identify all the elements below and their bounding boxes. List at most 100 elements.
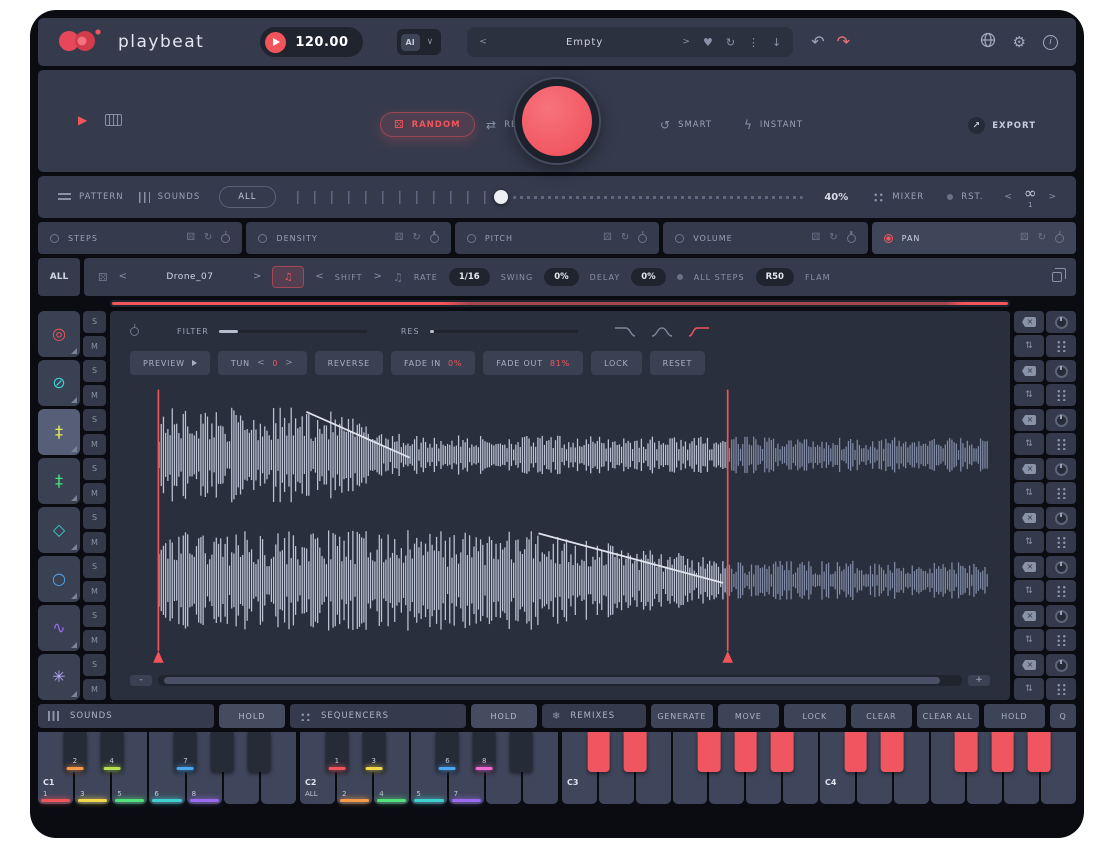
dice-icon[interactable]: ⚄ xyxy=(603,233,612,243)
bpm-control[interactable]: 120.00 xyxy=(260,27,362,57)
channel-output-mute-button[interactable] xyxy=(1014,654,1044,676)
randomize-big-button[interactable] xyxy=(515,79,599,163)
lowpass-filter-icon[interactable] xyxy=(614,325,636,338)
piano-black-key[interactable] xyxy=(771,732,794,772)
piano-black-key[interactable] xyxy=(954,732,977,772)
highpass-filter-icon[interactable] xyxy=(688,325,710,338)
channel-drag-handle[interactable] xyxy=(1046,678,1076,700)
save-preset-icon[interactable]: ↓ xyxy=(772,37,781,48)
pattern-next-button[interactable]: > xyxy=(1048,193,1056,202)
channel-output-mute-button[interactable] xyxy=(1014,507,1044,529)
quantize-button[interactable]: Q xyxy=(1050,704,1076,728)
filter-slider[interactable] xyxy=(219,330,367,333)
reset-button[interactable]: RST. xyxy=(947,192,983,202)
tab-pattern[interactable]: PATTERN xyxy=(58,192,124,202)
move-button[interactable]: MOVE xyxy=(718,704,780,728)
channel-pan-knob[interactable] xyxy=(1046,360,1076,382)
channel-mute-button[interactable]: M xyxy=(83,581,106,603)
channel-pad[interactable]: ∿ xyxy=(38,605,80,651)
channel-pad[interactable]: ‡ xyxy=(38,409,80,455)
piano-black-key[interactable]: 8 xyxy=(473,732,496,772)
pattern-prev-button[interactable]: < xyxy=(1004,193,1012,202)
loop-icon[interactable]: ↻ xyxy=(621,233,629,243)
channel-output-mute-button[interactable] xyxy=(1014,458,1044,480)
bandpass-filter-icon[interactable] xyxy=(651,325,673,338)
lock-remix-button[interactable]: LOCK xyxy=(784,704,846,728)
dice-icon[interactable]: ⚄ xyxy=(98,272,108,283)
channel-solo-button[interactable]: S xyxy=(83,556,106,578)
channel-swap-button[interactable]: ⇅ xyxy=(1014,482,1044,504)
channel-mute-button[interactable]: M xyxy=(83,679,106,701)
remix-hold-button[interactable]: HOLD xyxy=(984,704,1046,728)
preset-next-button[interactable]: > xyxy=(682,38,690,47)
power-icon[interactable] xyxy=(847,234,856,243)
remixes-section-label[interactable]: ❄ REMIXES xyxy=(542,704,646,728)
sample-prev-button[interactable]: < xyxy=(119,272,127,282)
channel-pad[interactable]: ⊘ xyxy=(38,360,80,406)
smart-mode-button[interactable]: ↺ SMART xyxy=(660,119,712,131)
tab-sounds[interactable]: SOUNDS xyxy=(139,192,201,203)
channel-drag-handle[interactable] xyxy=(1046,482,1076,504)
channel-drag-handle[interactable] xyxy=(1046,629,1076,651)
piano-black-key[interactable] xyxy=(510,732,533,772)
power-icon[interactable] xyxy=(430,234,439,243)
channel-pan-knob[interactable] xyxy=(1046,409,1076,431)
reset-button[interactable]: RESET xyxy=(650,351,706,375)
channel-solo-button[interactable]: S xyxy=(83,409,106,431)
channel-drag-handle[interactable] xyxy=(1046,433,1076,455)
tune-down-button[interactable]: < xyxy=(257,359,265,368)
res-slider[interactable] xyxy=(430,330,578,333)
metronome-play-icon[interactable] xyxy=(265,32,286,53)
global-amount-slider[interactable] xyxy=(297,190,804,204)
slider-handle[interactable] xyxy=(494,190,508,204)
loop-icon[interactable]: ↻ xyxy=(204,233,212,243)
export-button[interactable]: ↗ EXPORT xyxy=(968,117,1036,134)
channel-swap-button[interactable]: ⇅ xyxy=(1014,580,1044,602)
sounds-section-label[interactable]: SOUNDS xyxy=(38,704,214,728)
loop-icon[interactable]: ↻ xyxy=(412,233,420,243)
channel-pan-knob[interactable] xyxy=(1046,507,1076,529)
scroll-thumb[interactable] xyxy=(164,677,940,684)
piano-black-key[interactable] xyxy=(1028,732,1051,772)
sequencers-section-label[interactable]: SEQUENCERS xyxy=(290,704,466,728)
channel-drag-handle[interactable] xyxy=(1046,580,1076,602)
sample-edit-toggle[interactable]: ♫ xyxy=(272,266,304,288)
preset-name[interactable]: Empty xyxy=(500,37,670,48)
channel-pan-knob[interactable] xyxy=(1046,556,1076,578)
notes-icon[interactable]: ♫ xyxy=(393,272,403,283)
param-tab[interactable]: STEPS ⚄ ↻ xyxy=(38,222,242,254)
loop-position-bar[interactable] xyxy=(110,300,1010,307)
param-tab[interactable]: VOLUME ⚄ ↻ xyxy=(663,222,867,254)
all-steps-led-icon[interactable] xyxy=(677,274,683,280)
all-steps-value[interactable]: R50 xyxy=(756,268,794,286)
tune-up-button[interactable]: > xyxy=(285,359,293,368)
sequencers-hold-button[interactable]: HOLD xyxy=(471,704,537,728)
globe-icon[interactable] xyxy=(980,32,996,52)
channel-pan-knob[interactable] xyxy=(1046,458,1076,480)
piano-black-key[interactable] xyxy=(248,732,271,772)
dice-icon[interactable]: ⚄ xyxy=(1020,233,1029,243)
random-mode-button[interactable]: ⚄ RANDOM xyxy=(380,112,475,137)
waveform-display[interactable] xyxy=(130,387,990,664)
channel-mute-button[interactable]: M xyxy=(83,532,106,554)
clear-all-button[interactable]: CLEAR ALL xyxy=(917,704,979,728)
info-icon[interactable]: i xyxy=(1043,35,1058,50)
channel-swap-button[interactable]: ⇅ xyxy=(1014,335,1044,357)
channel-solo-button[interactable]: S xyxy=(83,605,106,627)
piano-black-key[interactable] xyxy=(587,732,610,772)
gear-icon[interactable]: ⚙ xyxy=(1013,35,1026,50)
shift-right-button[interactable]: > xyxy=(374,272,382,282)
dice-icon[interactable]: ⚄ xyxy=(812,233,821,243)
param-tab[interactable]: PITCH ⚄ ↻ xyxy=(455,222,659,254)
lane-all-label[interactable]: ALL xyxy=(38,258,80,296)
channel-solo-button[interactable]: S xyxy=(83,654,106,676)
channel-pad[interactable]: ✳ xyxy=(38,654,80,700)
zoom-in-button[interactable]: + xyxy=(968,675,990,686)
channel-drag-handle[interactable] xyxy=(1046,384,1076,406)
sounds-hold-button[interactable]: HOLD xyxy=(219,704,285,728)
channel-pad[interactable]: ◇ xyxy=(38,507,80,553)
tune-control[interactable]: TUN < 0 > xyxy=(218,351,307,375)
piano-roll-icon[interactable] xyxy=(105,114,122,126)
channel-pan-knob[interactable] xyxy=(1046,654,1076,676)
more-options-icon[interactable]: ⋮ xyxy=(748,37,759,48)
